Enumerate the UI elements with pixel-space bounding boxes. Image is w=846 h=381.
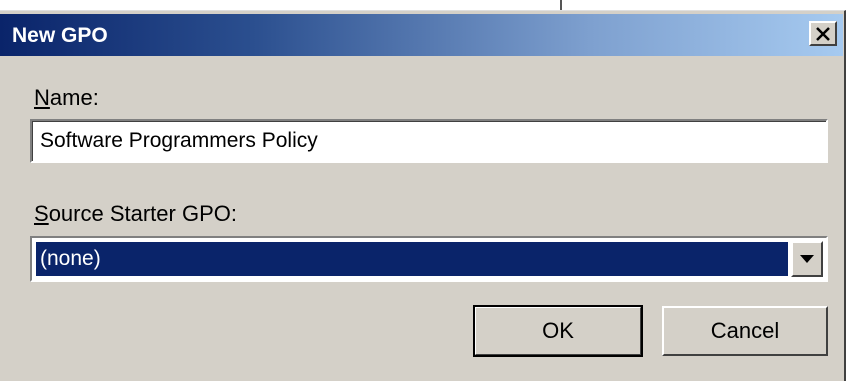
- chevron-down-icon: [800, 254, 814, 263]
- name-label-accelerator: N: [34, 85, 50, 110]
- dropdown-button[interactable]: [791, 241, 823, 277]
- selected-option: (none): [36, 242, 788, 276]
- cancel-button[interactable]: Cancel: [662, 306, 828, 356]
- name-label: Name:: [34, 85, 99, 111]
- source-label-accelerator: S: [34, 201, 49, 226]
- dialog-title: New GPO: [12, 24, 108, 47]
- close-icon: [816, 26, 830, 41]
- new-gpo-dialog: New GPO Name: Source Starter GPO: (none)…: [0, 10, 846, 381]
- ok-button[interactable]: OK: [473, 305, 643, 357]
- name-input[interactable]: [30, 119, 828, 163]
- source-label-text: ource Starter GPO:: [48, 201, 237, 226]
- close-button[interactable]: [809, 21, 837, 46]
- screen: New GPO Name: Source Starter GPO: (none)…: [0, 0, 846, 381]
- source-starter-gpo-select[interactable]: (none): [30, 236, 828, 282]
- name-label-text: ame:: [49, 85, 99, 110]
- dialog-titlebar[interactable]: New GPO: [0, 14, 843, 56]
- source-starter-gpo-label: Source Starter GPO:: [34, 201, 237, 227]
